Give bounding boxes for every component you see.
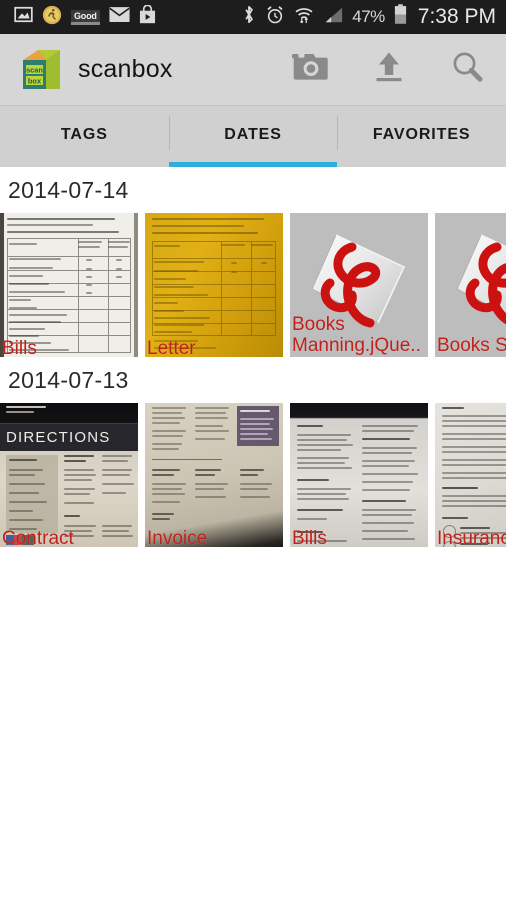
svg-text:scan: scan [26,65,43,74]
tab-label: DATES [224,125,282,143]
thumbnail-image [0,213,138,357]
date-section: 2014-07-14 Bills Letter Books Manning.jQ… [0,167,506,357]
thumbnail-row: DIRECTIONS Contract Invoice Bills Insura… [0,403,506,547]
date-section-header: 2014-07-14 [8,177,129,203]
search-button[interactable] [428,34,506,106]
status-bar: Good 47% 7:38 PM [0,0,506,34]
thumbnail-image: DIRECTIONS [0,403,138,547]
thumbnail-label: Contract [2,528,74,547]
scanbox-cube-logo: scan box [18,47,64,93]
alarm-icon [265,5,285,30]
app-bar: scan box scanbox [0,34,506,106]
document-thumbnail[interactable]: Books Manning.jQue.. [290,213,428,357]
email-icon [109,6,130,28]
thumbnail-image [290,403,428,547]
thumbnail-label: Insurance [437,528,506,547]
bluetooth-icon [242,4,256,30]
good-badge-icon: Good [71,9,100,25]
status-bar-clock: 7:38 PM [417,5,496,28]
play-store-icon [139,4,156,29]
photo-icon [14,5,33,29]
document-thumbnail[interactable]: Bills [290,403,428,547]
status-bar-right-icons: 47% 7:38 PM [242,4,496,30]
document-thumbnail[interactable]: Insurance [435,403,506,547]
tab-tags[interactable]: TAGS [0,106,169,167]
document-thumbnail[interactable]: DIRECTIONS Contract [0,403,138,547]
thumbnail-label: Books Single.Pa [437,335,506,356]
document-thumbnail[interactable]: Letter [145,213,283,357]
battery-percent: 47% [352,7,385,26]
date-section: 2014-07-13 DIRECTIONS Contract Invoice B… [0,357,506,547]
status-bar-left-icons: Good [14,4,156,30]
thumbnail-image [145,403,283,547]
thumbnail-label: Bills [292,528,327,547]
thumbnail-image [435,403,506,547]
search-icon [450,50,484,89]
tab-selected-indicator [168,162,338,167]
upload-icon [372,51,406,88]
document-thumbnail[interactable]: Books Single.Pa [435,213,506,357]
document-thumbnail[interactable]: Invoice [145,403,283,547]
camera-icon [292,52,330,87]
app-bar-actions [272,34,506,106]
tab-favorites[interactable]: FAVORITES [337,106,506,167]
document-thumbnail[interactable]: Bills [0,213,138,357]
thumbnail-label: Invoice [147,528,208,547]
thumbnail-label: Letter [147,338,196,357]
tab-dates[interactable]: DATES [168,106,338,167]
upload-button[interactable] [350,34,428,106]
document-list: 2014-07-14 Bills Letter Books Manning.jQ… [0,167,506,547]
thumbnail-row: Bills Letter Books Manning.jQue.. Books … [0,213,506,357]
wifi-icon [294,5,314,30]
thumbnail-label: Bills [2,338,37,357]
runner-badge-icon [42,5,62,30]
thumbnail-image [145,213,283,357]
signal-icon [323,6,343,29]
tab-label: FAVORITES [372,125,471,143]
svg-text:box: box [28,76,42,85]
page-title: scanbox [78,55,173,83]
tab-label: TAGS [60,125,108,143]
camera-button[interactable] [272,34,350,106]
battery-icon [394,4,407,30]
date-section-header: 2014-07-13 [8,367,129,393]
tab-bar: TAGS DATES FAVORITES [0,106,506,167]
